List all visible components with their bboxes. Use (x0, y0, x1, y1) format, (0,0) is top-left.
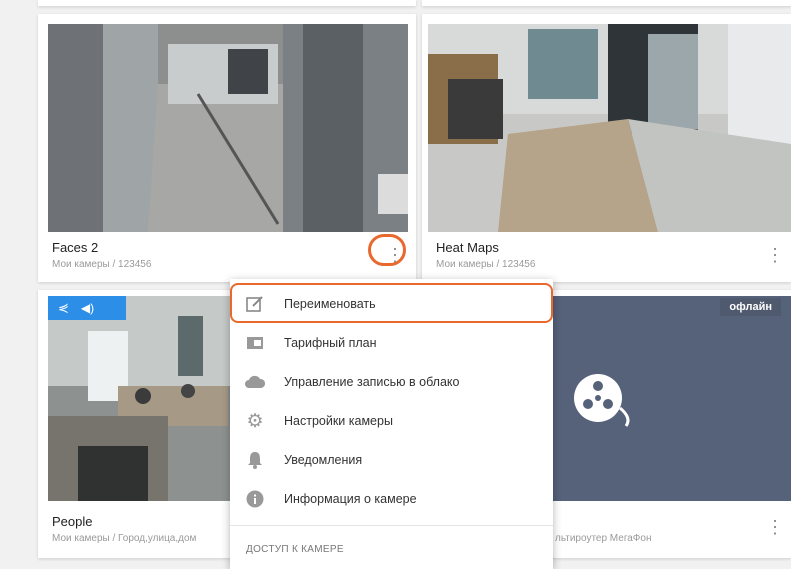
more-options-icon[interactable]: ⋮ (386, 244, 404, 266)
camera-title: People (52, 514, 93, 529)
info-icon (244, 488, 266, 510)
camera-thumbnail[interactable] (48, 296, 238, 501)
menu-item-label: Тарифный план (284, 336, 377, 350)
camera-path: Мои камеры / Город,улица,дом (52, 533, 197, 544)
wallet-icon (244, 332, 266, 354)
menu-divider (230, 525, 553, 526)
volume-icon[interactable]: ◀) (81, 301, 94, 315)
offline-badge: офлайн (720, 298, 781, 316)
edit-icon (244, 293, 266, 315)
menu-item-label: Уведомления (284, 453, 363, 467)
camera-thumbnail[interactable] (48, 24, 408, 232)
camera-path: Мои камеры / 123456 (52, 259, 152, 270)
menu-item-label: Переименовать (284, 297, 376, 311)
camera-path: льтироутер МегаФон (555, 533, 652, 544)
share-icon[interactable]: ⋞ (58, 300, 69, 316)
menu-item-notifications[interactable]: Уведомления (230, 441, 553, 479)
menu-item-camera-settings[interactable]: ⚙ Настройки камеры (230, 402, 553, 440)
menu-section-header: ДОСТУП К КАМЕРЕ (246, 544, 344, 555)
more-options-icon[interactable]: ⋮ (766, 244, 784, 266)
bell-icon (244, 449, 266, 471)
more-options-icon[interactable]: ⋮ (766, 516, 784, 538)
menu-item-cloud-recording[interactable]: Управление записью в облако (230, 363, 553, 401)
camera-card-heat-maps[interactable]: Heat Maps Мои камеры / 123456 ⋮ (422, 14, 791, 282)
camera-title: Faces 2 (52, 240, 99, 255)
camera-card-partial-top-left (38, 0, 416, 6)
camera-card-partial-top-right (422, 0, 791, 6)
camera-toolbar: ⋞ ◀) (48, 296, 126, 320)
camera-thumbnail[interactable] (428, 24, 791, 232)
camera-title: Heat Maps (436, 240, 499, 255)
film-reel-icon (574, 374, 630, 427)
camera-context-menu: Переименовать Тарифный план Управление з… (230, 279, 553, 569)
menu-item-camera-info[interactable]: Информация о камере (230, 480, 553, 518)
menu-item-label: Настройки камеры (284, 414, 393, 428)
menu-item-label: Информация о камере (284, 492, 417, 506)
cloud-icon (244, 371, 266, 393)
camera-card-faces-2[interactable]: Faces 2 Мои камеры / 123456 ⋮ (38, 14, 416, 282)
camera-path: Мои камеры / 123456 (436, 259, 536, 270)
menu-item-tariff-plan[interactable]: Тарифный план (230, 324, 553, 362)
gear-icon: ⚙ (246, 410, 264, 432)
menu-item-label: Управление записью в облако (284, 375, 460, 389)
menu-item-rename[interactable]: Переименовать (230, 285, 553, 323)
